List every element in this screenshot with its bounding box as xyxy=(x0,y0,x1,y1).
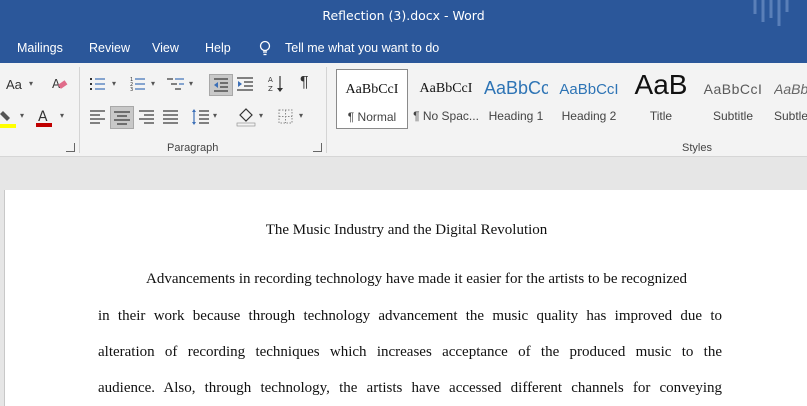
title-bar: Reflection (3).docx - Word xyxy=(0,0,807,32)
tab-mailings[interactable]: Mailings xyxy=(17,41,63,55)
increase-indent-icon[interactable] xyxy=(237,77,255,91)
style-sample: AaB xyxy=(634,69,688,100)
chevron-down-icon[interactable]: ▾ xyxy=(213,111,217,120)
ribbon: Aa ▾ A ▾ A ▾ ▾ 123 ▾ ▾ A Z ¶ ▾ ▾ ▾ Parag… xyxy=(0,63,807,157)
sort-icon[interactable]: A Z xyxy=(268,75,284,93)
clear-formatting-icon[interactable]: A xyxy=(52,77,68,91)
chevron-down-icon[interactable]: ▾ xyxy=(299,111,303,120)
svg-text:A: A xyxy=(268,76,273,84)
multilevel-list-icon[interactable] xyxy=(167,77,185,91)
svg-text:Z: Z xyxy=(268,85,273,93)
svg-text:A: A xyxy=(38,109,48,125)
align-center-button[interactable] xyxy=(110,106,134,129)
text-highlight-icon[interactable] xyxy=(0,109,18,129)
style-sample: AaBbCcI xyxy=(703,81,763,97)
style-name: Heading 2 xyxy=(561,109,617,123)
paragraph-line-2: in their work because through technology… xyxy=(98,308,722,324)
show-formatting-marks-icon[interactable]: ¶ xyxy=(300,74,309,92)
borders-icon[interactable] xyxy=(278,109,294,125)
tab-view[interactable]: View xyxy=(152,41,179,55)
tab-help[interactable]: Help xyxy=(205,41,231,55)
group-separator xyxy=(79,67,80,153)
style-name: Heading 1 xyxy=(488,109,544,123)
tab-review[interactable]: Review xyxy=(89,41,130,55)
document-background xyxy=(0,157,807,190)
style-subtitle[interactable]: AaBbCcI Subtitle xyxy=(700,69,766,129)
style-heading-1[interactable]: AaBbCc Heading 1 xyxy=(484,69,548,129)
justify-icon[interactable] xyxy=(163,110,179,124)
document-page[interactable]: The Music Industry and the Digital Revol… xyxy=(4,190,807,406)
paragraph-line-1: Advancements in recording technology hav… xyxy=(146,271,688,287)
decrease-indent-icon xyxy=(214,78,228,92)
style-no-spacing[interactable]: AaBbCcI ¶ No Spac... xyxy=(410,69,482,129)
numbering-icon[interactable]: 123 xyxy=(130,77,146,91)
styles-gallery: AaBbCcI ¶ Normal AaBbCcI ¶ No Spac... Aa… xyxy=(336,69,807,129)
tell-me-search[interactable]: Tell me what you want to do xyxy=(285,41,439,55)
chevron-down-icon[interactable]: ▾ xyxy=(151,79,155,88)
font-dialog-launcher-icon[interactable] xyxy=(66,143,75,152)
style-name: ¶ No Spac... xyxy=(413,109,479,123)
svg-text:3: 3 xyxy=(130,87,133,91)
chevron-down-icon[interactable]: ▾ xyxy=(259,111,263,120)
decorative-lines-icon xyxy=(753,0,789,26)
style-subtle-emphasis[interactable]: AaBb Subtle xyxy=(770,69,807,129)
style-sample: AaBbCcI xyxy=(559,81,619,98)
paragraph-group-label: Paragraph xyxy=(167,142,219,154)
paragraph-dialog-launcher-icon[interactable] xyxy=(313,143,322,152)
paragraph-line-3: alteration of recording techniques which… xyxy=(98,344,722,360)
chevron-down-icon[interactable]: ▾ xyxy=(189,79,193,88)
style-name: ¶ Normal xyxy=(347,110,397,124)
chevron-down-icon[interactable]: ▾ xyxy=(20,111,24,120)
group-separator xyxy=(326,67,327,153)
chevron-down-icon[interactable]: ▾ xyxy=(112,79,116,88)
document-title: The Music Industry and the Digital Revol… xyxy=(265,222,548,238)
align-center-icon xyxy=(114,111,130,125)
align-right-icon[interactable] xyxy=(139,110,155,124)
style-name: Subtle xyxy=(774,109,807,123)
bullets-icon[interactable] xyxy=(90,77,106,91)
window-title: Reflection (3).docx - Word xyxy=(322,8,485,23)
style-name: Title xyxy=(649,109,673,123)
decrease-indent-button[interactable] xyxy=(209,74,233,96)
shading-icon[interactable] xyxy=(236,107,256,127)
style-heading-2[interactable]: AaBbCcI Heading 2 xyxy=(556,69,622,129)
style-title[interactable]: AaB Title xyxy=(626,69,696,129)
style-name: Subtitle xyxy=(712,109,754,123)
style-sample: AaBb xyxy=(774,81,807,97)
change-case-button[interactable]: Aa xyxy=(6,77,22,92)
style-sample: AaBbCcI xyxy=(419,81,473,96)
chevron-down-icon[interactable]: ▾ xyxy=(29,79,33,88)
style-sample: AaBbCc xyxy=(484,78,548,98)
font-color-icon[interactable]: A xyxy=(36,108,52,128)
style-normal[interactable]: AaBbCcI ¶ Normal xyxy=(336,69,408,129)
style-sample: AaBbCcI xyxy=(345,82,399,97)
chevron-down-icon[interactable]: ▾ xyxy=(60,111,64,120)
paragraph-line-4: audience. Also, through technology, the … xyxy=(98,380,722,396)
align-left-icon[interactable] xyxy=(90,110,106,124)
lightbulb-icon xyxy=(259,40,271,56)
line-spacing-icon[interactable] xyxy=(192,108,210,126)
styles-group-label: Styles xyxy=(682,142,712,154)
ribbon-tabs: Mailings Review View Help Tell me what y… xyxy=(0,32,807,63)
